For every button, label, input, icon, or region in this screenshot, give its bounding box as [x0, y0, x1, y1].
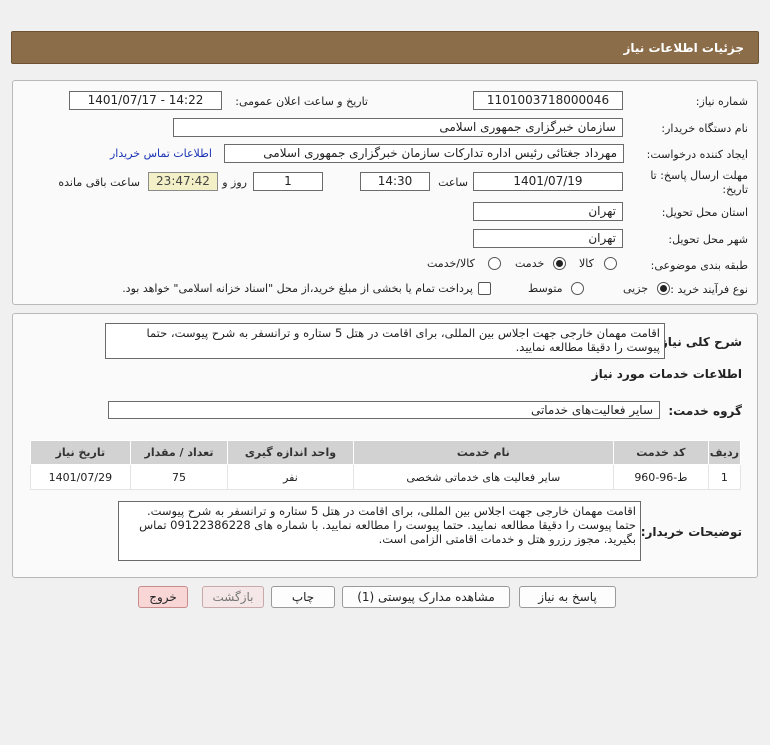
- page-title: جزئیات اطلاعات نیاز: [623, 40, 744, 55]
- services-table: تاریخ نیاز تعداد / مقدار واحد اندازه گیر…: [30, 440, 742, 490]
- exit-button[interactable]: خروج: [138, 586, 188, 608]
- remaining-time-field: 23:47:42: [148, 172, 218, 191]
- col-row-number: ردیف: [707, 440, 742, 465]
- page-header: جزئیات اطلاعات نیاز: [11, 31, 759, 64]
- reply-button[interactable]: پاسخ به نیاز: [519, 586, 616, 608]
- service-group-field: سایر فعالیت‌های خدماتی: [108, 401, 660, 419]
- details-panel: [12, 80, 758, 305]
- category-radio-goods-service[interactable]: [488, 257, 501, 270]
- services-section-title: اطلاعات خدمات مورد نیاز: [591, 367, 742, 381]
- purchase-type-label: نوع فرآیند خرید :: [670, 283, 748, 296]
- province-field: تهران: [473, 202, 623, 221]
- remaining-label: ساعت باقی مانده: [58, 176, 140, 189]
- cell-service-code: ط-96-960: [613, 464, 709, 490]
- purchase-minor-label: جزیی: [623, 282, 649, 295]
- contact-link[interactable]: اطلاعات تماس خریدار: [110, 147, 212, 160]
- creator-label: ایجاد کننده درخواست:: [646, 148, 748, 161]
- col-service-code: کد خدمت: [613, 440, 709, 465]
- service-group-label: گروه خدمت:: [668, 404, 742, 418]
- buyer-org-label: نام دستگاه خریدار:: [661, 122, 748, 135]
- cell-quantity: 75: [129, 464, 229, 490]
- time-label: ساعت: [438, 176, 468, 189]
- city-field: تهران: [473, 229, 623, 248]
- category-service-label: خدمت: [515, 257, 545, 270]
- cell-need-date: 1401/07/29: [30, 464, 131, 490]
- cell-unit: نفر: [227, 464, 354, 490]
- purchase-medium-label: متوسط: [528, 282, 563, 295]
- category-goods-service-label: کالا/خدمت: [427, 257, 475, 270]
- col-quantity: تعداد / مقدار: [129, 440, 229, 465]
- description-text: اقامت مهمان خارجی جهت اجلاس بین المللی، …: [105, 323, 665, 359]
- deadline-date-field: 1401/07/19: [473, 172, 623, 191]
- need-number-label: شماره نیاز:: [695, 95, 748, 108]
- table-header-row: تاریخ نیاز تعداد / مقدار واحد اندازه گیر…: [30, 440, 742, 465]
- buyer-notes-text: اقامت مهمان خارجی جهت اجلاس بین المللی، …: [118, 501, 641, 561]
- category-label: طبقه بندی موضوعی:: [650, 259, 748, 272]
- cell-row-number: 1: [707, 464, 742, 490]
- category-radio-goods[interactable]: [604, 257, 617, 270]
- description-label: شرح کلی نیاز:: [656, 335, 742, 349]
- col-service-name: نام خدمت: [352, 440, 615, 465]
- purchase-radio-medium[interactable]: [571, 282, 584, 295]
- category-radio-service[interactable]: [553, 257, 566, 270]
- treasury-checkbox[interactable]: [478, 282, 491, 295]
- need-number-field: 1101003718000046: [473, 91, 623, 110]
- deadline-time-field: 14:30: [360, 172, 430, 191]
- attachments-button[interactable]: مشاهده مدارک پیوستی (1): [342, 586, 510, 608]
- back-button[interactable]: بازگشت: [202, 586, 264, 608]
- col-unit: واحد اندازه گیری: [227, 440, 354, 465]
- print-button[interactable]: چاپ: [271, 586, 335, 608]
- cell-service-name: سایر فعالیت های خدماتی شخصی: [352, 464, 615, 490]
- days-label: روز و: [222, 176, 247, 189]
- category-goods-label: کالا: [579, 257, 594, 270]
- treasury-note: پرداخت تمام یا بخشی از مبلغ خرید،از محل …: [122, 282, 473, 295]
- announce-field: 1401/07/17 - 14:22: [69, 91, 222, 110]
- buyer-org-field: سازمان خبرگزاری جمهوری اسلامی: [173, 118, 623, 137]
- announce-label: تاریخ و ساعت اعلان عمومی:: [235, 95, 368, 108]
- deadline-label-line2: تاریخ:: [722, 183, 748, 196]
- table-row: 1401/07/29 75 نفر سایر فعالیت های خدماتی…: [30, 464, 742, 490]
- creator-field: مهرداد جغتائی رئیس اداره تدارکات سازمان …: [224, 144, 624, 163]
- purchase-radio-minor[interactable]: [657, 282, 670, 295]
- col-need-date: تاریخ نیاز: [30, 440, 131, 465]
- days-field: 1: [253, 172, 323, 191]
- buyer-notes-label: توضیحات خریدار:: [640, 525, 742, 539]
- province-label: استان محل تحویل:: [661, 206, 748, 219]
- city-label: شهر محل تحویل:: [668, 233, 748, 246]
- deadline-label-line1: مهلت ارسال پاسخ: تا: [650, 169, 748, 182]
